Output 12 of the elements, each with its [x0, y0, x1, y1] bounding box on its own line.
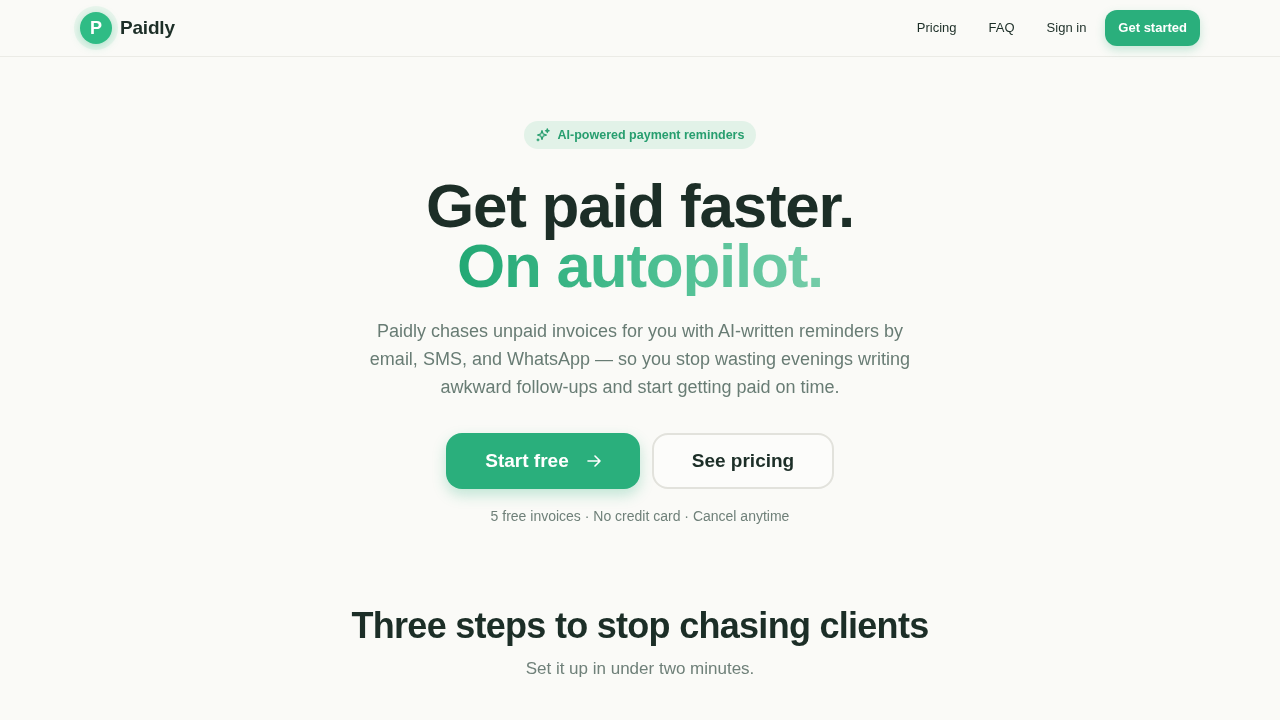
nav-link[interactable]: FAQ [972, 12, 1031, 44]
nav-link[interactable]: Sign in [1030, 12, 1103, 44]
feature-badge: AI-powered payment reminders [523, 121, 757, 149]
sparkle-icon [535, 128, 550, 142]
pricing-button[interactable]: See pricing [652, 433, 834, 489]
signup-note: 5 free invoices · No credit card · Cancel anytime [489, 507, 791, 526]
arrow-right-icon [586, 454, 601, 468]
section-subtitle: Set it up in under two minutes. [524, 658, 756, 680]
section-title: Three steps to stop chasing clients [350, 604, 930, 647]
hero-description: Paidly chases unpaid invoices for you with AI-written reminders by email, SMS, and WhatsApp — so you stop wasting evenings writing awkward follow-ups and start getting paid on time. [368, 320, 912, 399]
brand-name[interactable]: Paidly [120, 13, 175, 43]
nav-link[interactable]: Pricing [900, 12, 973, 44]
